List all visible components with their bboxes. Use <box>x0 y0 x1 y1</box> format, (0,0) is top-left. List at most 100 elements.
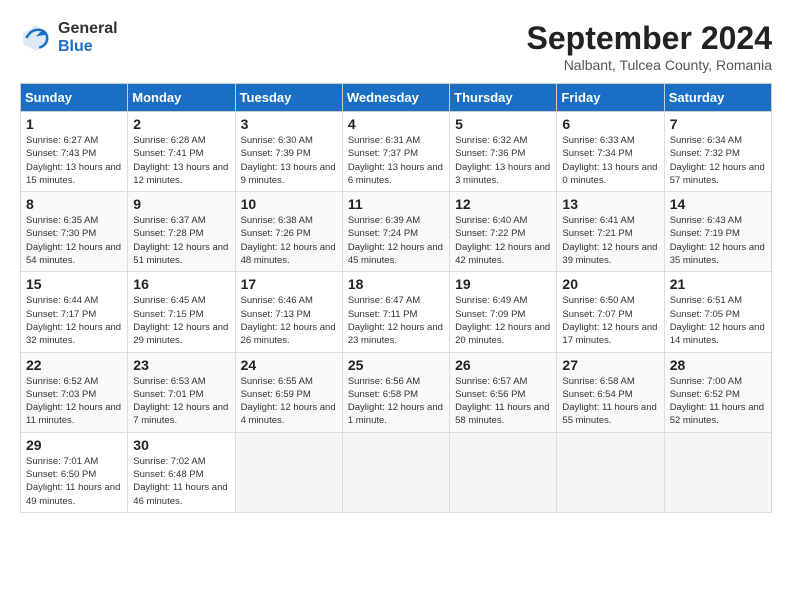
calendar-header-row: SundayMondayTuesdayWednesdayThursdayFrid… <box>21 84 772 112</box>
day-info: Sunrise: 6:44 AMSunset: 7:17 PMDaylight:… <box>26 294 122 347</box>
day-number: 5 <box>455 116 551 132</box>
day-info: Sunrise: 6:28 AMSunset: 7:41 PMDaylight:… <box>133 134 229 187</box>
calendar-day-cell: 24 Sunrise: 6:55 AMSunset: 6:59 PMDaylig… <box>235 352 342 432</box>
day-number: 14 <box>670 196 766 212</box>
logo-icon <box>20 22 52 54</box>
day-number: 26 <box>455 357 551 373</box>
calendar-day-cell: 27 Sunrise: 6:58 AMSunset: 6:54 PMDaylig… <box>557 352 664 432</box>
calendar-day-cell: 18 Sunrise: 6:47 AMSunset: 7:11 PMDaylig… <box>342 272 449 352</box>
day-info: Sunrise: 6:55 AMSunset: 6:59 PMDaylight:… <box>241 375 337 428</box>
calendar-day-cell <box>342 432 449 512</box>
calendar-day-cell: 9 Sunrise: 6:37 AMSunset: 7:28 PMDayligh… <box>128 192 235 272</box>
calendar-day-cell: 8 Sunrise: 6:35 AMSunset: 7:30 PMDayligh… <box>21 192 128 272</box>
calendar-day-cell: 3 Sunrise: 6:30 AMSunset: 7:39 PMDayligh… <box>235 112 342 192</box>
calendar-day-cell: 2 Sunrise: 6:28 AMSunset: 7:41 PMDayligh… <box>128 112 235 192</box>
calendar-day-cell: 19 Sunrise: 6:49 AMSunset: 7:09 PMDaylig… <box>450 272 557 352</box>
day-number: 23 <box>133 357 229 373</box>
day-info: Sunrise: 7:01 AMSunset: 6:50 PMDaylight:… <box>26 455 122 508</box>
calendar-header-cell: Friday <box>557 84 664 112</box>
calendar-day-cell <box>450 432 557 512</box>
day-number: 28 <box>670 357 766 373</box>
calendar-day-cell: 13 Sunrise: 6:41 AMSunset: 7:21 PMDaylig… <box>557 192 664 272</box>
day-info: Sunrise: 6:32 AMSunset: 7:36 PMDaylight:… <box>455 134 551 187</box>
day-info: Sunrise: 6:50 AMSunset: 7:07 PMDaylight:… <box>562 294 658 347</box>
logo: General Blue <box>20 20 118 55</box>
day-number: 21 <box>670 276 766 292</box>
day-number: 3 <box>241 116 337 132</box>
day-info: Sunrise: 7:02 AMSunset: 6:48 PMDaylight:… <box>133 455 229 508</box>
calendar-header-cell: Wednesday <box>342 84 449 112</box>
calendar-week-row: 22 Sunrise: 6:52 AMSunset: 7:03 PMDaylig… <box>21 352 772 432</box>
day-info: Sunrise: 6:41 AMSunset: 7:21 PMDaylight:… <box>562 214 658 267</box>
day-number: 18 <box>348 276 444 292</box>
calendar-day-cell: 5 Sunrise: 6:32 AMSunset: 7:36 PMDayligh… <box>450 112 557 192</box>
day-info: Sunrise: 6:46 AMSunset: 7:13 PMDaylight:… <box>241 294 337 347</box>
day-number: 7 <box>670 116 766 132</box>
day-number: 10 <box>241 196 337 212</box>
day-info: Sunrise: 6:39 AMSunset: 7:24 PMDaylight:… <box>348 214 444 267</box>
day-number: 16 <box>133 276 229 292</box>
day-number: 29 <box>26 437 122 453</box>
calendar-day-cell: 28 Sunrise: 7:00 AMSunset: 6:52 PMDaylig… <box>664 352 771 432</box>
day-info: Sunrise: 6:30 AMSunset: 7:39 PMDaylight:… <box>241 134 337 187</box>
day-info: Sunrise: 6:43 AMSunset: 7:19 PMDaylight:… <box>670 214 766 267</box>
calendar-header-cell: Sunday <box>21 84 128 112</box>
day-info: Sunrise: 6:38 AMSunset: 7:26 PMDaylight:… <box>241 214 337 267</box>
day-number: 27 <box>562 357 658 373</box>
calendar-week-row: 15 Sunrise: 6:44 AMSunset: 7:17 PMDaylig… <box>21 272 772 352</box>
calendar-day-cell: 21 Sunrise: 6:51 AMSunset: 7:05 PMDaylig… <box>664 272 771 352</box>
day-info: Sunrise: 6:33 AMSunset: 7:34 PMDaylight:… <box>562 134 658 187</box>
day-info: Sunrise: 6:56 AMSunset: 6:58 PMDaylight:… <box>348 375 444 428</box>
calendar-day-cell: 23 Sunrise: 6:53 AMSunset: 7:01 PMDaylig… <box>128 352 235 432</box>
calendar-day-cell: 29 Sunrise: 7:01 AMSunset: 6:50 PMDaylig… <box>21 432 128 512</box>
calendar-week-row: 8 Sunrise: 6:35 AMSunset: 7:30 PMDayligh… <box>21 192 772 272</box>
calendar-header-cell: Tuesday <box>235 84 342 112</box>
calendar-day-cell: 16 Sunrise: 6:45 AMSunset: 7:15 PMDaylig… <box>128 272 235 352</box>
day-info: Sunrise: 6:47 AMSunset: 7:11 PMDaylight:… <box>348 294 444 347</box>
day-number: 12 <box>455 196 551 212</box>
calendar-day-cell: 7 Sunrise: 6:34 AMSunset: 7:32 PMDayligh… <box>664 112 771 192</box>
calendar-day-cell <box>664 432 771 512</box>
location-subtitle: Nalbant, Tulcea County, Romania <box>527 57 772 73</box>
day-number: 1 <box>26 116 122 132</box>
calendar-day-cell: 20 Sunrise: 6:50 AMSunset: 7:07 PMDaylig… <box>557 272 664 352</box>
logo-blue-text: Blue <box>58 38 118 56</box>
day-info: Sunrise: 6:45 AMSunset: 7:15 PMDaylight:… <box>133 294 229 347</box>
day-info: Sunrise: 6:35 AMSunset: 7:30 PMDaylight:… <box>26 214 122 267</box>
calendar-day-cell: 30 Sunrise: 7:02 AMSunset: 6:48 PMDaylig… <box>128 432 235 512</box>
header: General Blue September 2024 Nalbant, Tul… <box>20 20 772 73</box>
day-info: Sunrise: 6:51 AMSunset: 7:05 PMDaylight:… <box>670 294 766 347</box>
calendar-header-cell: Monday <box>128 84 235 112</box>
logo-general-text: General <box>58 20 118 38</box>
calendar-week-row: 29 Sunrise: 7:01 AMSunset: 6:50 PMDaylig… <box>21 432 772 512</box>
calendar-day-cell: 12 Sunrise: 6:40 AMSunset: 7:22 PMDaylig… <box>450 192 557 272</box>
calendar-day-cell: 4 Sunrise: 6:31 AMSunset: 7:37 PMDayligh… <box>342 112 449 192</box>
calendar-day-cell: 25 Sunrise: 6:56 AMSunset: 6:58 PMDaylig… <box>342 352 449 432</box>
day-info: Sunrise: 6:53 AMSunset: 7:01 PMDaylight:… <box>133 375 229 428</box>
calendar-day-cell: 10 Sunrise: 6:38 AMSunset: 7:26 PMDaylig… <box>235 192 342 272</box>
day-number: 30 <box>133 437 229 453</box>
day-info: Sunrise: 6:52 AMSunset: 7:03 PMDaylight:… <box>26 375 122 428</box>
calendar-day-cell: 17 Sunrise: 6:46 AMSunset: 7:13 PMDaylig… <box>235 272 342 352</box>
day-info: Sunrise: 6:37 AMSunset: 7:28 PMDaylight:… <box>133 214 229 267</box>
calendar-day-cell: 14 Sunrise: 6:43 AMSunset: 7:19 PMDaylig… <box>664 192 771 272</box>
day-number: 25 <box>348 357 444 373</box>
calendar-table: SundayMondayTuesdayWednesdayThursdayFrid… <box>20 83 772 513</box>
title-area: September 2024 Nalbant, Tulcea County, R… <box>527 20 772 73</box>
day-number: 9 <box>133 196 229 212</box>
calendar-day-cell: 26 Sunrise: 6:57 AMSunset: 6:56 PMDaylig… <box>450 352 557 432</box>
calendar-day-cell: 6 Sunrise: 6:33 AMSunset: 7:34 PMDayligh… <box>557 112 664 192</box>
calendar-week-row: 1 Sunrise: 6:27 AMSunset: 7:43 PMDayligh… <box>21 112 772 192</box>
day-number: 24 <box>241 357 337 373</box>
calendar-day-cell <box>235 432 342 512</box>
day-number: 19 <box>455 276 551 292</box>
calendar-day-cell: 22 Sunrise: 6:52 AMSunset: 7:03 PMDaylig… <box>21 352 128 432</box>
calendar-header-cell: Saturday <box>664 84 771 112</box>
day-number: 17 <box>241 276 337 292</box>
day-number: 13 <box>562 196 658 212</box>
month-title: September 2024 <box>527 20 772 57</box>
day-info: Sunrise: 6:34 AMSunset: 7:32 PMDaylight:… <box>670 134 766 187</box>
calendar-day-cell: 1 Sunrise: 6:27 AMSunset: 7:43 PMDayligh… <box>21 112 128 192</box>
day-number: 4 <box>348 116 444 132</box>
day-info: Sunrise: 6:58 AMSunset: 6:54 PMDaylight:… <box>562 375 658 428</box>
